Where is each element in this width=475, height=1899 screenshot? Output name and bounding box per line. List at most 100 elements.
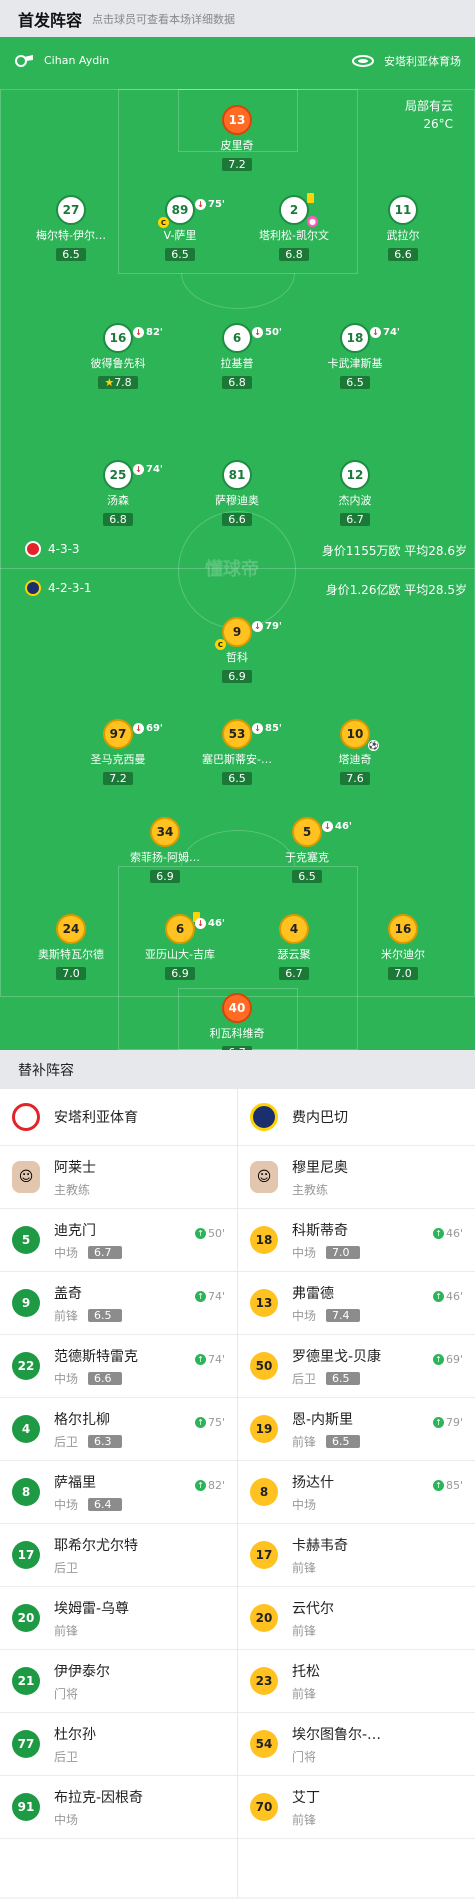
sub-off-minute: 50'	[265, 327, 282, 338]
sub-info: 盖奇 前锋 6.5	[54, 1283, 123, 1324]
home-sub-row[interactable]: 9 盖奇 前锋 6.5 ↑ 74'	[0, 1272, 237, 1335]
away-sub-row[interactable]: 20 云代尔 前锋	[238, 1587, 475, 1650]
sub-position: 中场	[54, 1371, 79, 1386]
player-number: 11	[394, 203, 412, 217]
home-coach[interactable]: ☺ 阿莱士 主教练	[0, 1146, 237, 1209]
home-player[interactable]: 81 萨穆迪奥 6.6	[177, 460, 297, 527]
coach-role: 主教练	[292, 1182, 329, 1197]
player-rating-value: 6.5	[298, 870, 316, 883]
away-player[interactable]: 5 ↓ 46' 于克塞克 6.5	[247, 817, 367, 884]
home-team-badge-icon	[25, 541, 41, 557]
away-player[interactable]: 34 索菲扬-阿姆… 6.9	[105, 817, 225, 884]
away-player[interactable]: 97 ↓ 69' 圣马克西曼 7.2	[58, 719, 178, 786]
player-number-badge: 16	[388, 914, 418, 944]
home-player[interactable]: 16 ↓ 82' 彼得鲁先科 ★7.8	[58, 323, 178, 390]
home-player[interactable]: 6 ↓ 50' 拉基普 6.8	[177, 323, 297, 390]
away-team-badge-icon	[25, 580, 41, 596]
away-bench-team: 费内巴切	[238, 1089, 475, 1146]
away-sub-row[interactable]: 54 埃尔图鲁尔-… 门将	[238, 1713, 475, 1776]
player-name: 杰内波	[338, 494, 372, 507]
sub-number-badge: 19	[250, 1415, 278, 1443]
away-player[interactable]: 6 ↓ 46' 亚历山大-吉库 6.9	[120, 912, 240, 981]
sub-info: 范德斯特雷克 中场 6.6	[54, 1346, 138, 1387]
away-sub-row[interactable]: 70 艾丁 前锋	[238, 1776, 475, 1839]
sub-position-line: 中场 7.4	[292, 1307, 361, 1324]
lineup-header: 首发阵容 点击球员可查看本场详细数据	[0, 0, 475, 37]
home-player[interactable]: 12 杰内波 6.7	[295, 460, 415, 527]
away-player[interactable]: 16 米尔迪尔 7.0	[343, 914, 463, 981]
sub-in-minute: 79'	[445, 1416, 463, 1429]
sub-in-icon: ↑	[432, 1354, 444, 1365]
home-player[interactable]: 25 ↓ 74' 汤森 6.8	[58, 460, 178, 527]
sub-position-line: 中场	[292, 1496, 334, 1513]
player-number: 27	[62, 203, 80, 217]
home-sub-row[interactable]: 4 格尔扎柳 后卫 6.3 ↑ 75'	[0, 1398, 237, 1461]
sub-name: 杜尔孙	[54, 1726, 96, 1743]
away-sub-row[interactable]: 50 罗德里戈-贝康 后卫 6.5 ↑ 69'	[238, 1335, 475, 1398]
coach-avatar: ☺	[250, 1161, 278, 1193]
coach-avatar: ☺	[12, 1161, 40, 1193]
home-value: 身价1155万欧 平均28.6岁	[321, 544, 467, 558]
home-sub-row[interactable]: 17 耶希尔尤尔特 后卫	[0, 1524, 237, 1587]
player-name: 于克塞克	[285, 851, 329, 864]
sub-number-badge: 77	[12, 1730, 40, 1758]
home-sub-row[interactable]: 77 杜尔孙 后卫	[0, 1713, 237, 1776]
away-sub-row[interactable]: 19 恩-内斯里 前锋 6.5 ↑ 79'	[238, 1398, 475, 1461]
sub-number-badge: 22	[12, 1352, 40, 1380]
away-player[interactable]: 24 奥斯特瓦尔德 7.0	[11, 914, 131, 981]
sub-in-icon: ↑	[432, 1480, 444, 1491]
home-player[interactable]: 18 ↓ 74' 卡武津斯基 6.5	[295, 323, 415, 390]
home-sub-row[interactable]: 5 迪克门 中场 6.7 ↑ 50'	[0, 1209, 237, 1272]
player-rating-value: 7.0	[62, 967, 80, 980]
player-rating-value: 6.5	[171, 248, 189, 261]
player-rating-value: 7.0	[394, 967, 412, 980]
home-player[interactable]: 27 梅尔特-伊尔… 6.5	[11, 195, 131, 262]
away-sub-row[interactable]: 13 弗雷德 中场 7.4 ↑ 46'	[238, 1272, 475, 1335]
home-sub-row[interactable]: 22 范德斯特雷克 中场 6.6 ↑ 74'	[0, 1335, 237, 1398]
away-coach[interactable]: ☺ 穆里尼奥主教练	[238, 1146, 475, 1209]
sub-info: 萨福里 中场 6.4	[54, 1472, 123, 1513]
sub-in-icon: ↑	[432, 1291, 444, 1302]
player-rating: 6.8	[222, 376, 252, 389]
home-sub-row[interactable]: 91 布拉克-因根奇 中场	[0, 1776, 237, 1839]
away-player[interactable]: 4 瑟云聚 6.7	[234, 914, 354, 981]
sub-number-badge: 4	[12, 1415, 40, 1443]
sub-position: 前锋	[292, 1623, 317, 1638]
player-rating-value: 7.8	[114, 376, 132, 389]
home-player[interactable]: 11 武拉尔 6.6	[343, 195, 463, 262]
sub-position-line: 前锋 6.5	[54, 1307, 123, 1324]
home-player[interactable]: 89 C ↓ 75' V-萨里 6.5	[120, 195, 240, 262]
home-player[interactable]: 13 皮里奇 7.2	[177, 105, 297, 172]
away-player[interactable]: 10 ⚽ 塔迪奇 7.6	[295, 719, 415, 786]
sub-off-minute: 46'	[335, 821, 352, 832]
player-rating: 6.5	[292, 870, 322, 883]
player-rating-value: 6.5	[62, 248, 80, 261]
away-player[interactable]: 53 ↓ 85' 塞巴斯蒂安-… 6.5	[177, 719, 297, 786]
away-player[interactable]: 40利瓦科维奇6.7	[177, 993, 297, 1050]
coach-name: 穆里尼奥	[292, 1159, 348, 1176]
sub-in-indicator: ↑ 46'	[432, 1290, 463, 1303]
away-sub-row[interactable]: 17 卡赫韦奇 前锋	[238, 1524, 475, 1587]
sub-in-minute: 74'	[207, 1353, 225, 1366]
sub-position-line: 中场 6.7	[54, 1244, 123, 1261]
sub-info: 耶希尔尤尔特 后卫	[54, 1535, 138, 1576]
player-number: 6	[175, 922, 185, 936]
away-sub-row[interactable]: 8 扬达什 中场 ↑ 85'	[238, 1461, 475, 1524]
home-sub-row[interactable]: 8 萨福里 中场 6.4 ↑ 82'	[0, 1461, 237, 1524]
watermark: 懂球帝	[205, 559, 259, 580]
sub-info: 卡赫韦奇 前锋	[292, 1535, 348, 1576]
player-rating-value: 7.2	[109, 772, 127, 785]
away-sub-row[interactable]: 18 科斯蒂奇 中场 7.0 ↑ 46'	[238, 1209, 475, 1272]
away-sub-row[interactable]: 23 托松 前锋	[238, 1650, 475, 1713]
home-sub-row[interactable]: 21 伊伊泰尔 门将	[0, 1650, 237, 1713]
sub-position: 门将	[54, 1686, 79, 1701]
sub-info: 弗雷德 中场 7.4	[292, 1283, 361, 1324]
home-player[interactable]: 2 ● 塔利松-凯尔文 6.8	[234, 193, 354, 262]
sub-in-indicator: ↑ 69'	[432, 1353, 463, 1366]
away-player[interactable]: 9 C ↓ 79' 哲科 6.9	[177, 617, 297, 684]
player-rating-value: 6.7	[346, 513, 364, 526]
sub-position: 前锋	[292, 1434, 317, 1449]
home-sub-row[interactable]: 20 埃姆雷-乌尊 前锋	[0, 1587, 237, 1650]
sub-info: 艾丁 前锋	[292, 1787, 320, 1828]
player-name: 武拉尔	[386, 229, 420, 242]
